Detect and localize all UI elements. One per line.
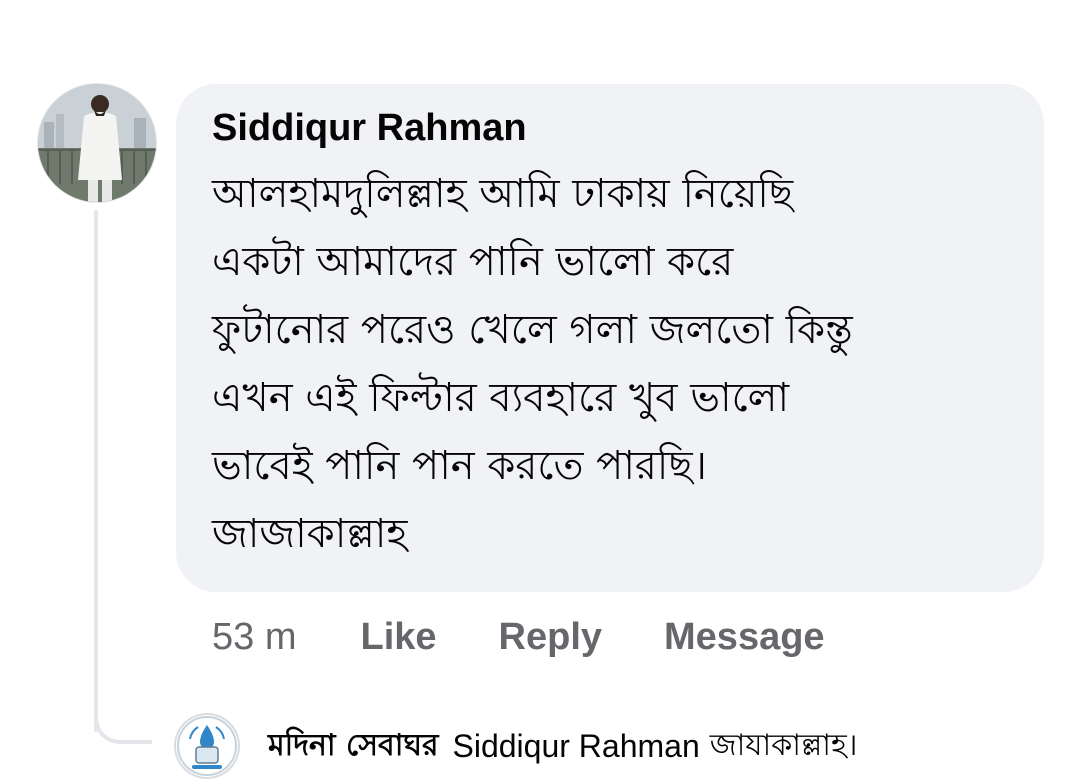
comment-timestamp[interactable]: 53 m <box>212 616 296 659</box>
comment-line: ভাবেই পানি পান করতে পারছি। <box>212 443 707 489</box>
reply-author[interactable]: মদিনা সেবাঘর <box>268 721 438 772</box>
reply-mention[interactable]: Siddiqur Rahman <box>452 728 699 765</box>
thread-line <box>94 210 98 732</box>
reply-avatar[interactable] <box>176 715 238 777</box>
comment-text: আলহামদুলিল্লাহ আমি ঢাকায় নিয়েছি একটা আ… <box>212 160 1008 568</box>
thread-connector <box>94 700 152 744</box>
reply-text: জাযাকাল্লাহ। <box>709 727 858 763</box>
comment-line: একটা আমাদের পানি ভালো করে <box>212 239 734 285</box>
comment-author[interactable]: Siddiqur Rahman <box>212 104 1008 152</box>
comment-bubble: Siddiqur Rahman আলহামদুলিল্লাহ আমি ঢাকায… <box>176 84 1044 592</box>
comment-line: এখন এই ফিল্টার ব্যবহারে খুব ভালো <box>212 375 790 421</box>
profile-photo-icon <box>38 84 156 202</box>
comment-actions: 53 m Like Reply Message <box>212 612 887 662</box>
reply-preview[interactable]: মদিনা সেবাঘর Siddiqur Rahman জাযাকাল্লাহ… <box>176 714 857 778</box>
comment-line: জাজাকাল্লাহ <box>212 511 408 557</box>
reply-button[interactable]: Reply <box>499 616 602 659</box>
message-button[interactable]: Message <box>664 616 825 659</box>
like-button[interactable]: Like <box>360 616 436 659</box>
avatar[interactable] <box>38 84 156 202</box>
comment-line: আলহামদুলিল্লাহ আমি ঢাকায় নিয়েছি <box>212 171 794 217</box>
comment-line: ফুটানোর পরেও খেলে গলা জলতো কিন্তু <box>212 307 853 353</box>
page-logo-icon <box>177 716 237 776</box>
